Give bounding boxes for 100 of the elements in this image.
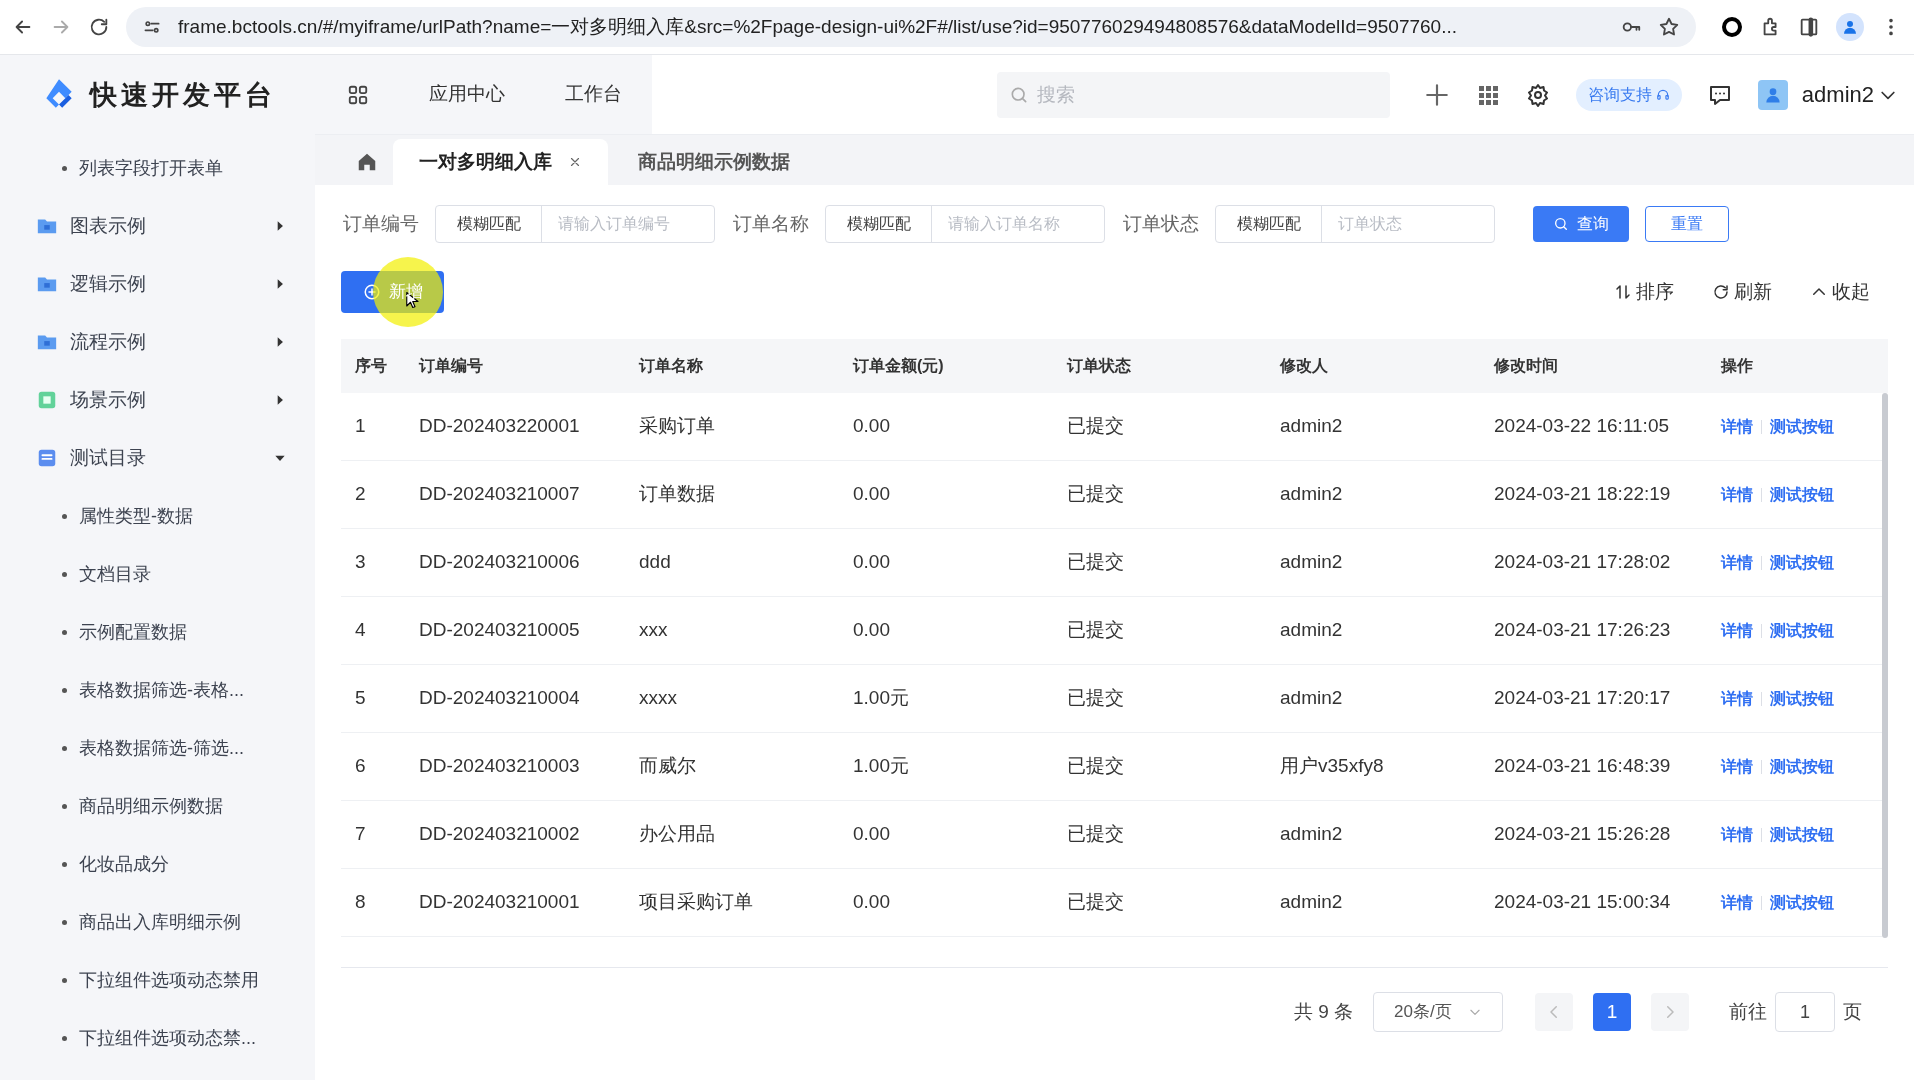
home-icon (356, 151, 378, 173)
menu-item[interactable]: 属性类型-数据 (0, 487, 315, 545)
action-link[interactable]: 测试按钮 (1770, 686, 1834, 711)
menu-group[interactable]: 图表示例 (0, 197, 315, 255)
menu-item[interactable]: 商品明细示例数据 (0, 777, 315, 835)
toolbar-button[interactable]: 收起 (1810, 277, 1870, 307)
action-link[interactable]: 详情 (1721, 822, 1753, 847)
column-header: 序号 (354, 356, 388, 376)
column-header: 修改人 (1278, 356, 1329, 376)
reset-button[interactable]: 重置 (1645, 206, 1729, 242)
settings-icon[interactable] (1525, 82, 1550, 107)
address-bar[interactable]: frame.bctools.cn/#/myiframe/urlPath?name=一对多明细入库&src=%2Fpage-design-ui%2F#/list/use?id=950776029494808576&dataModelId=9507760... (126, 7, 1696, 47)
menu-group[interactable]: 逻辑示例 (0, 255, 315, 313)
action-link[interactable]: 详情 (1721, 414, 1753, 439)
menu-group[interactable]: 测试目录 (0, 429, 315, 487)
column-header: 订单金额(元) (851, 356, 945, 376)
close-icon[interactable] (568, 155, 582, 169)
table-cell-text: 而威尔 (638, 754, 697, 779)
action-link[interactable]: 详情 (1721, 550, 1753, 575)
menu-group[interactable]: 流程示例 (0, 313, 315, 371)
table-cell-text: DD-202403210007 (418, 482, 581, 507)
action-link[interactable]: 测试按钮 (1770, 618, 1834, 643)
menu-item[interactable]: 文档目录 (0, 545, 315, 603)
sort-icon (1614, 283, 1632, 301)
action-link[interactable]: 详情 (1721, 482, 1753, 507)
table-cell-text: admin2 (1279, 686, 1344, 711)
table-cell-text: 0.00 (852, 618, 891, 643)
nav-link[interactable]: 应用中心 (429, 80, 505, 109)
menu-item[interactable]: 商品出入库明细示例 (0, 893, 315, 951)
table-cell-text: 4 (354, 618, 367, 643)
table-cell-text: 6 (354, 754, 367, 779)
scrollbar[interactable] (1882, 393, 1888, 938)
toolbar-button[interactable]: 排序 (1614, 277, 1674, 307)
table-cell-text: 1 (354, 414, 367, 439)
filter-field[interactable]: 模糊匹配 请输入订单编号 (435, 205, 715, 243)
table-cell-text: DD-202403210001 (418, 890, 581, 915)
action-link[interactable]: 详情 (1721, 754, 1753, 779)
table-cell-text: DD-202403220001 (418, 414, 581, 439)
table-cell-text: 已提交 (1066, 482, 1125, 507)
table-cell-text: 2024-03-21 17:20:17 (1493, 686, 1672, 711)
toolbar-button[interactable]: 刷新 (1712, 277, 1772, 307)
action-link[interactable]: 测试按钮 (1770, 890, 1834, 915)
support-button[interactable]: 咨询支持 (1575, 78, 1682, 111)
match-mode-select[interactable]: 模糊匹配 (826, 206, 932, 242)
query-button[interactable]: 查询 (1533, 206, 1629, 242)
menu-item[interactable]: 表格数据筛选-表格... (0, 661, 315, 719)
page-size-select[interactable]: 20条/页 (1373, 992, 1503, 1032)
tab[interactable]: 一对多明细入库 (393, 139, 608, 185)
menu-item[interactable]: 下拉组件选项动态禁... (0, 1009, 315, 1067)
action-link[interactable]: 详情 (1721, 618, 1753, 643)
nav-link[interactable]: 工作台 (565, 80, 622, 109)
table-cell-text: 8 (354, 890, 367, 915)
star-icon[interactable] (1658, 16, 1680, 38)
column-header: 操作 (1719, 356, 1754, 376)
action-link[interactable]: 详情 (1721, 686, 1753, 711)
menu-group[interactable]: 场景示例 (0, 371, 315, 429)
table-cell-text: DD-202403210006 (418, 550, 581, 575)
table-cell-text: 2024-03-22 16:11:05 (1493, 414, 1671, 439)
action-link[interactable]: 测试按钮 (1770, 754, 1834, 779)
user-menu[interactable]: admin2 (1801, 78, 1898, 111)
table-cell-text: 2 (354, 482, 367, 507)
profile-avatar[interactable] (1836, 13, 1864, 41)
table-cell-text: 已提交 (1066, 822, 1125, 847)
table-cell-text: admin2 (1279, 618, 1344, 643)
action-link[interactable]: 测试按钮 (1770, 482, 1834, 507)
menu-item[interactable]: 示例配置数据 (0, 603, 315, 661)
action-link[interactable]: 测试按钮 (1770, 414, 1834, 439)
page-button[interactable]: 1 (1593, 993, 1631, 1031)
filter-label: 订单编号 (343, 211, 419, 236)
table-cell-text: xxx (638, 618, 669, 643)
table-cell-text: 项目采购订单 (638, 890, 754, 915)
filter-field[interactable]: 模糊匹配 订单状态 (1215, 205, 1495, 243)
action-link[interactable]: 详情 (1721, 890, 1753, 915)
search-field[interactable]: 搜索 (996, 71, 1390, 118)
table-cell-text: 2024-03-21 16:48:39 (1493, 754, 1672, 779)
plus-icon[interactable] (1423, 81, 1450, 108)
menu-item[interactable]: 表格数据筛选-筛选... (0, 719, 315, 777)
reload-icon[interactable] (88, 16, 110, 38)
menu-item[interactable]: 列表字段打开表单 (0, 139, 315, 197)
total-count: 共 9 条 (1293, 999, 1353, 1024)
side-panel-icon[interactable] (1798, 16, 1820, 38)
menu-item[interactable]: 化妆品成分 (0, 835, 315, 893)
action-link[interactable]: 测试按钮 (1770, 822, 1834, 847)
record-icon[interactable] (1720, 15, 1744, 39)
table-cell-text: 已提交 (1066, 414, 1125, 439)
apps-icon[interactable] (347, 83, 369, 106)
action-link[interactable]: 测试按钮 (1770, 550, 1834, 575)
menu-item[interactable]: 下拉组件选项动态禁用 (0, 951, 315, 1009)
table-cell-text: 7 (354, 822, 367, 847)
headset-icon (1655, 87, 1670, 102)
column-header: 订单编号 (417, 356, 484, 376)
match-mode-select[interactable]: 模糊匹配 (436, 206, 542, 242)
table-cell-text: DD-202403210005 (418, 618, 581, 643)
filter-field[interactable]: 模糊匹配 请输入订单名称 (825, 205, 1105, 243)
filter-label: 订单名称 (733, 211, 809, 236)
goto-page-field[interactable]: 1 (1775, 992, 1835, 1032)
table-cell-text: 已提交 (1066, 754, 1125, 779)
tab[interactable]: 商品明细示例数据 (612, 139, 816, 185)
match-mode-select[interactable]: 模糊匹配 (1216, 206, 1322, 242)
column-header: 订单状态 (1065, 356, 1132, 376)
